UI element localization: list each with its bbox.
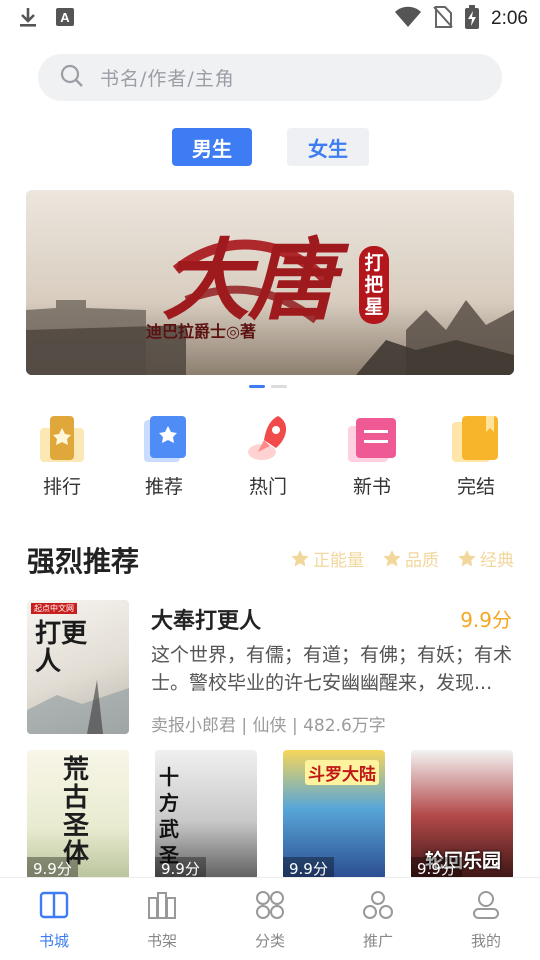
meta-separator: | [241, 716, 248, 736]
meta-separator: | [291, 716, 298, 736]
banner-carousel[interactable]: 大唐 打把星 迪巴拉爵士◎著 [26, 190, 514, 375]
no-sim-icon [433, 6, 453, 32]
grid-book-title: 荒古圣体 [63, 755, 90, 869]
category-label: 完结 [456, 476, 495, 498]
rocket-icon [242, 412, 294, 464]
nav-bookshelf[interactable]: 书架 [122, 890, 202, 951]
banner-subtitle: 打把星 [359, 246, 389, 324]
profile-icon [473, 891, 499, 919]
category-label: 热门 [248, 476, 287, 498]
finished-icon [450, 412, 502, 464]
category-label: 推荐 [144, 476, 183, 498]
cover-title: 打更人 [35, 619, 88, 677]
grid-book-title: 十方武圣 [159, 765, 179, 867]
section-tag-label: 品质 [405, 551, 439, 571]
nav-label: 分类 [254, 932, 285, 950]
banner-dot-active [249, 385, 265, 388]
share-icon [363, 891, 393, 919]
featured-book-author: 卖报小郎君 [151, 716, 236, 736]
banner-indicator [249, 385, 287, 388]
section-tag[interactable]: 品质 [382, 546, 439, 571]
featured-book-word-count: 482.6万字 [303, 716, 386, 736]
section-tag-label: 经典 [480, 551, 514, 571]
star-icon [458, 549, 476, 566]
status-bar: A 2:06 [0, 0, 540, 36]
nav-category[interactable]: 分类 [230, 890, 310, 951]
keyboard-a-icon: A [56, 8, 74, 30]
trophy-icon [36, 412, 88, 464]
nav-label: 书城 [38, 932, 69, 950]
featured-book-score: 9.9分 [460, 608, 512, 632]
bookstore-icon [39, 891, 69, 919]
nav-label: 我的 [470, 932, 501, 950]
section-title: 强烈推荐 [27, 545, 140, 578]
section-tags: 正能量 品质 经典 [290, 546, 514, 571]
search-bar[interactable]: 书名/作者/主角 [38, 54, 502, 101]
cover-badge: 起点中文网 [31, 603, 77, 614]
grid-book-cover[interactable]: 十方武圣 9.9分 [155, 750, 257, 880]
recommend-icon [138, 412, 190, 464]
wifi-icon [395, 6, 422, 32]
nav-profile[interactable]: 我的 [446, 890, 526, 951]
grid-book-title: 斗罗大陆 [305, 760, 379, 785]
nav-bookstore[interactable]: 书城 [14, 890, 94, 951]
nav-promotion[interactable]: 推广 [338, 890, 418, 951]
featured-book-description: 这个世界，有儒；有道；有佛；有妖；有术士。警校毕业的许七安幽幽醒来，发现... [151, 644, 513, 694]
download-icon [18, 6, 38, 32]
category-icon [256, 891, 284, 919]
bottom-navigation: 书城 书架 分类 推广 我的 [0, 877, 540, 960]
banner-author: 迪巴拉爵士◎著 [146, 322, 256, 341]
category-label: 新书 [352, 476, 391, 498]
grid-book-cover[interactable]: 荒古圣体 9.9分 [27, 750, 129, 880]
star-icon [383, 549, 401, 566]
category-ranking[interactable]: 排行 [27, 412, 97, 499]
section-tag-label: 正能量 [313, 551, 364, 571]
category-finished[interactable]: 完结 [441, 412, 511, 499]
featured-book-meta: 卖报小郎君 | 仙侠 | 482.6万字 [151, 711, 386, 736]
featured-book-genre: 仙侠 [252, 716, 287, 736]
new-book-icon [346, 412, 398, 464]
search-input[interactable]: 书名/作者/主角 [100, 64, 235, 91]
nav-label: 书架 [146, 932, 177, 950]
grid-book-cover[interactable]: 轮回乐园 9.9分 [411, 750, 513, 880]
category-row: 排行 推荐 热门 新书 完结 [0, 412, 540, 502]
tab-female[interactable]: 女生 [287, 128, 369, 166]
battery-charging-icon [465, 5, 480, 33]
svg-text:A: A [60, 10, 70, 25]
category-recommend[interactable]: 推荐 [129, 412, 199, 499]
category-hot[interactable]: 热门 [233, 412, 303, 499]
category-label: 排行 [42, 476, 81, 498]
banner-dot [271, 385, 287, 388]
section-tag[interactable]: 经典 [457, 546, 514, 571]
star-icon [291, 549, 309, 566]
clock: 2:06 [491, 8, 528, 29]
search-icon [60, 64, 84, 92]
grid-book-cover[interactable]: 斗罗大陆 9.9分 [283, 750, 385, 880]
section-tag[interactable]: 正能量 [290, 546, 364, 571]
featured-book-title[interactable]: 大奉打更人 [151, 603, 261, 635]
bookshelf-icon [148, 892, 176, 919]
tab-male[interactable]: 男生 [172, 128, 252, 166]
category-new[interactable]: 新书 [337, 412, 407, 499]
featured-book-cover[interactable]: 起点中文网 打更人 [27, 600, 129, 734]
nav-label: 推广 [362, 932, 393, 950]
